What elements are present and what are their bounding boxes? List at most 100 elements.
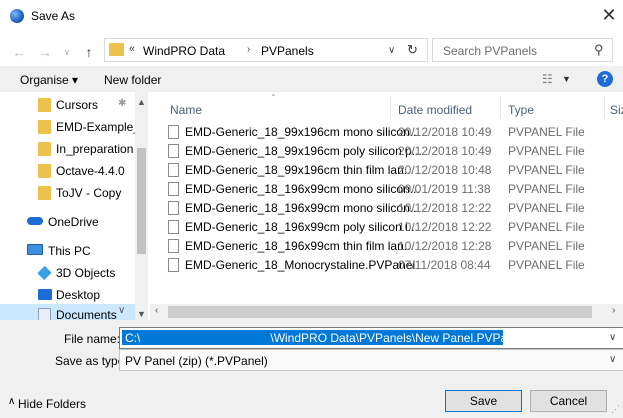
file-type: PVPANEL File — [508, 220, 585, 234]
filename-value[interactable]: C:\ \WindPRO Data\PVPanels\New Panel.PVP… — [125, 331, 523, 345]
column-divider[interactable] — [390, 96, 391, 118]
documents-icon — [38, 308, 51, 320]
nav-item-3d-objects[interactable]: 3D Objects — [0, 262, 135, 284]
column-divider[interactable] — [604, 96, 605, 118]
nav-item-octave[interactable]: Octave-4.4.0 — [0, 160, 135, 182]
file-icon — [168, 125, 179, 139]
nav-item-label: In_preparation — [56, 142, 134, 156]
nav-item-onedrive[interactable]: OneDrive — [0, 211, 135, 233]
folder-icon — [38, 186, 51, 200]
file-name: EMD-Generic_18_99x196cm mono silicon... — [185, 125, 420, 139]
file-date: 09/01/2019 11:38 — [398, 182, 491, 196]
command-bar — [0, 66, 623, 92]
folder-icon — [38, 120, 51, 134]
file-row[interactable]: EMD-Generic_18_99x196cm thin film lan...… — [162, 161, 623, 180]
column-divider[interactable] — [500, 96, 501, 118]
resize-grip-icon[interactable]: ⋰ — [611, 404, 620, 415]
file-row[interactable]: EMD-Generic_18_99x196cm mono silicon... … — [162, 123, 623, 142]
view-chevron-icon[interactable]: ▼ — [562, 74, 571, 84]
file-date: 10/12/2018 12:28 — [398, 239, 492, 253]
view-options-icon[interactable]: ☷ — [542, 72, 553, 86]
nav-item-label: ToJV - Copy — [56, 186, 122, 200]
file-date: 20/12/2018 10:48 — [398, 163, 492, 177]
column-header-type[interactable]: Type — [508, 103, 534, 117]
hide-folders-button[interactable]: Hide Folders — [18, 397, 86, 411]
file-row[interactable]: EMD-Generic_18_196x99cm thin film lan...… — [162, 237, 623, 256]
file-row[interactable]: EMD-Generic_18_196x99cm mono silicon... … — [162, 180, 623, 199]
nav-item-emd-example[interactable]: EMD-Example_1 — [0, 116, 147, 138]
file-icon — [168, 144, 179, 158]
chevron-down-icon[interactable]: ∨ — [609, 332, 616, 343]
nav-item-cursors[interactable]: Cursors ✱ — [0, 94, 135, 116]
file-type: PVPANEL File — [508, 239, 585, 253]
nav-item-documents[interactable]: Documents — [0, 304, 135, 320]
file-type: PVPANEL File — [508, 144, 585, 158]
file-date: 20/12/2018 10:49 — [398, 125, 492, 139]
search-icon[interactable]: ⚲ — [594, 42, 604, 58]
nav-scroll-thumb[interactable] — [137, 148, 146, 254]
nav-item-label: This PC — [48, 244, 91, 258]
file-row[interactable]: EMD-Generic_18_196x99cm mono silicon... … — [162, 199, 623, 218]
folder-icon — [38, 164, 51, 178]
chevron-down-icon[interactable]: ∨ — [609, 354, 616, 365]
file-icon — [168, 163, 179, 177]
organise-button[interactable]: Organise ▾ — [20, 73, 78, 87]
horizontal-scroll-thumb[interactable] — [168, 306, 592, 318]
scroll-down-icon[interactable]: ▼ — [137, 309, 146, 319]
nav-item-in-preparation[interactable]: In_preparation — [0, 138, 135, 160]
file-icon — [168, 201, 179, 215]
scroll-up-icon[interactable]: ▲ — [137, 97, 146, 107]
scroll-right-icon[interactable]: › — [612, 305, 615, 316]
savetype-value[interactable]: PV Panel (zip) (*.PVPanel) — [125, 354, 268, 368]
file-row[interactable]: EMD-Generic_18_Monocrystaline.PVPanel 07… — [162, 256, 623, 275]
file-type: PVPANEL File — [508, 125, 585, 139]
breadcrumb-separator[interactable]: › — [247, 44, 250, 55]
breadcrumb-pvpanels[interactable]: PVPanels — [261, 44, 314, 58]
column-header-date[interactable]: Date modified — [398, 103, 472, 117]
column-header-name[interactable]: Name — [170, 103, 202, 117]
file-date: 20/12/2018 10:49 — [398, 144, 492, 158]
recent-chevron-icon[interactable]: ∨ — [58, 43, 76, 61]
breadcrumb-windpro-data[interactable]: WindPRO Data — [143, 44, 225, 58]
nav-item-label: Desktop — [56, 288, 101, 302]
folder-icon — [38, 142, 51, 156]
scroll-left-icon[interactable]: ‹ — [155, 305, 158, 316]
nav-item-this-pc[interactable]: This PC — [0, 240, 135, 262]
file-date: 10/12/2018 12:22 — [398, 201, 492, 215]
back-arrow-icon[interactable]: ← — [10, 43, 28, 61]
file-row[interactable]: EMD-Generic_18_196x99cm poly silicon l..… — [162, 218, 623, 237]
nav-item-desktop[interactable]: Desktop — [0, 284, 135, 306]
sort-arrow-icon: ⌃ — [270, 93, 277, 102]
refresh-icon[interactable]: ↻ — [407, 42, 418, 58]
file-name: EMD-Generic_18_196x99cm poly silicon l..… — [185, 220, 418, 234]
nav-item-label: Cursors — [56, 98, 99, 112]
breadcrumb-overflow[interactable]: « — [129, 43, 135, 55]
close-button[interactable]: ✕ — [600, 5, 618, 25]
file-type: PVPANEL File — [508, 201, 585, 215]
cancel-button[interactable]: Cancel — [530, 390, 607, 412]
cloud-icon — [27, 217, 43, 225]
savetype-label: Save as type: — [55, 354, 128, 368]
file-name: EMD-Generic_18_196x99cm mono silicon... — [185, 182, 420, 196]
chevron-down-icon[interactable]: ∨ — [388, 45, 395, 56]
nav-chevron-down-icon[interactable]: ∨ — [118, 305, 125, 316]
filename-label: File name: — [64, 332, 121, 346]
nav-item-tojv-copy[interactable]: ToJV - Copy — [0, 182, 135, 204]
pin-icon[interactable]: ✱ — [118, 98, 126, 109]
search-placeholder: Search PVPanels — [443, 44, 538, 58]
new-folder-button[interactable]: New folder — [104, 73, 161, 87]
column-header-size[interactable]: Siz — [610, 103, 623, 117]
window-title: Save As — [31, 9, 76, 23]
file-name: EMD-Generic_18_Monocrystaline.PVPanel — [185, 258, 416, 272]
nav-item-label: OneDrive — [48, 215, 99, 229]
help-button[interactable]: ? — [597, 71, 613, 87]
nav-item-label: Octave-4.4.0 — [56, 164, 125, 178]
forward-arrow-icon[interactable]: → — [36, 43, 54, 61]
file-icon — [168, 239, 179, 253]
up-arrow-icon[interactable]: ↑ — [80, 43, 98, 61]
file-name: EMD-Generic_18_196x99cm mono silicon... — [185, 201, 420, 215]
save-button[interactable]: Save — [445, 390, 522, 412]
folder-icon — [109, 43, 124, 56]
chevron-up-icon[interactable]: ∧ — [8, 396, 15, 407]
file-row[interactable]: EMD-Generic_18_99x196cm poly silicon p..… — [162, 142, 623, 161]
